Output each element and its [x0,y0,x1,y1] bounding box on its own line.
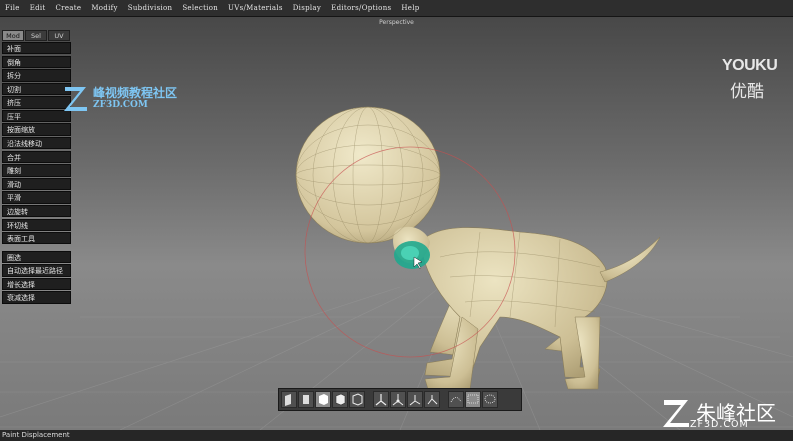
tool-tabs: Mod Sel UV [2,30,71,41]
viewport-perspective[interactable]: Perspective Mod Sel UV 补面 倒角 拆分 切割 挤压 压平… [0,17,793,430]
tool-button[interactable]: 衰减选择 [2,291,71,304]
select-box-icon [467,394,479,404]
tool-button[interactable]: 表面工具 [2,232,71,245]
select-box-button[interactable] [465,391,481,408]
tool-panel: Mod Sel UV 补面 倒角 拆分 切割 挤压 压平 按面缩放 沿法线移动 合并 雕刻 滑动 平滑 边旋… [2,30,71,305]
tool-button[interactable]: 切割 [2,82,71,96]
menu-edit[interactable]: Edit [25,4,51,12]
tab-uv[interactable]: UV [48,30,70,41]
select-lasso-icon [484,394,496,404]
view-toolbar [278,388,522,411]
tool-button[interactable]: 补面 [2,42,71,55]
axis-button[interactable] [373,391,389,408]
menu-display[interactable]: Display [288,4,326,12]
view-cube-button[interactable] [349,391,365,408]
tab-mod[interactable]: Mod [2,30,24,41]
menu-file[interactable]: File [0,4,25,12]
tool-button[interactable]: 自动选择最近路径 [2,264,71,277]
menu-help[interactable]: Help [396,4,424,12]
tool-button[interactable]: 边旋转 [2,204,71,218]
tool-button[interactable]: 滑动 [2,177,71,191]
tool-button[interactable]: 倒角 [2,55,71,68]
wire-icon [450,397,462,403]
youku-logo-cn: 优酷 [730,82,764,102]
axis-move-button[interactable] [390,391,406,408]
tool-button[interactable]: 沿法线移动 [2,137,71,150]
tool-button[interactable]: 环切线 [2,218,71,231]
axis-scale-icon [427,395,438,405]
dog-model [295,106,661,390]
watermark-zf-cn: 峰视频教程社区 [93,86,178,100]
view-side-button[interactable] [298,391,314,408]
wire-button[interactable] [448,391,464,408]
view-shaded-button[interactable] [332,391,348,408]
view-front-button[interactable] [281,391,297,408]
menu-bar: File Edit Create Modify Subdivision Selection… [0,0,793,17]
view-cube-icon [352,393,363,406]
axis-rotate-button[interactable] [407,391,423,408]
status-text: Paint Displacement [2,431,70,439]
tool-button[interactable]: 圈选 [2,250,71,264]
brand-logo-icon [663,400,689,427]
youku-logo: YOUKU [722,57,778,74]
brand-url: ZF3D.COM [690,419,749,430]
tab-sel[interactable]: Sel [25,30,47,41]
menu-modify[interactable]: Modify [86,4,122,12]
axis-icon [375,394,387,406]
view-front-icon [285,394,291,406]
menu-create[interactable]: Create [51,4,87,12]
axis-rotate-icon [409,395,421,406]
tool-group-select: 圈选 自动选择最近路径 增长选择 衰减选择 [2,250,71,304]
tool-group-modify: 补面 倒角 拆分 切割 挤压 压平 按面缩放 沿法线移动 合并 雕刻 滑动 平滑 边旋转 环切线 表面工具 [2,42,71,245]
axis-scale-button[interactable] [424,391,440,408]
view-side-icon [303,395,309,404]
axis-move-icon [392,394,404,406]
tool-button[interactable]: 增长选择 [2,277,71,291]
tool-button[interactable]: 合并 [2,150,71,164]
menu-selection[interactable]: Selection [177,4,223,12]
menu-subdivision[interactable]: Subdivision [123,4,178,12]
tool-button[interactable]: 压平 [2,109,71,123]
tool-button[interactable]: 平滑 [2,191,71,204]
menu-editors-options[interactable]: Editors/Options [326,4,396,12]
view-solid-button[interactable] [315,391,331,408]
tool-button[interactable]: 挤压 [2,96,71,109]
zf-logo-icon [64,87,87,111]
tool-button[interactable]: 雕刻 [2,164,71,177]
view-shaded-icon [335,393,346,406]
watermark-zf-en: ZF3D.COM [93,100,148,110]
menu-uvs-materials[interactable]: UVs/Materials [223,4,288,12]
view-solid-icon [319,394,328,405]
tool-button[interactable]: 拆分 [2,69,71,82]
status-bar: Paint Displacement [0,430,793,441]
select-lasso-button[interactable] [482,391,498,408]
tool-button[interactable]: 按面缩放 [2,123,71,136]
